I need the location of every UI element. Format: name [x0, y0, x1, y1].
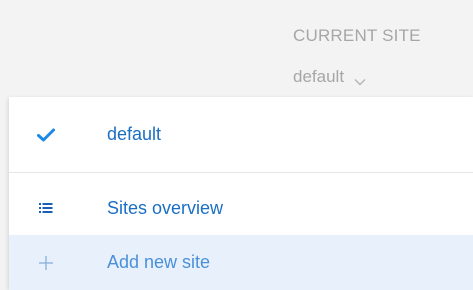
current-site-value: default: [293, 67, 345, 86]
menu-item-label: Sites overview: [107, 197, 224, 218]
menu-item-sites-overview[interactable]: Sites overview: [9, 183, 473, 233]
menu-item-default-site[interactable]: default: [9, 97, 473, 172]
current-site-label: CURRENT SITE: [293, 26, 421, 45]
site-switcher-header: CURRENT SITE default: [0, 0, 473, 100]
menu-item-label: default: [107, 124, 162, 144]
menu-divider: [9, 172, 473, 173]
plus-icon: [37, 254, 55, 272]
menu-item-add-new-site[interactable]: Add new site: [9, 235, 473, 290]
site-dropdown-menu: default Sites overview Add new site: [9, 97, 473, 290]
menu-item-label: Add new site: [107, 252, 211, 272]
checkmark-icon: [37, 126, 55, 144]
list-icon: [37, 199, 55, 217]
current-site-dropdown[interactable]: default: [293, 67, 366, 87]
chevron-down-icon: [354, 73, 366, 86]
